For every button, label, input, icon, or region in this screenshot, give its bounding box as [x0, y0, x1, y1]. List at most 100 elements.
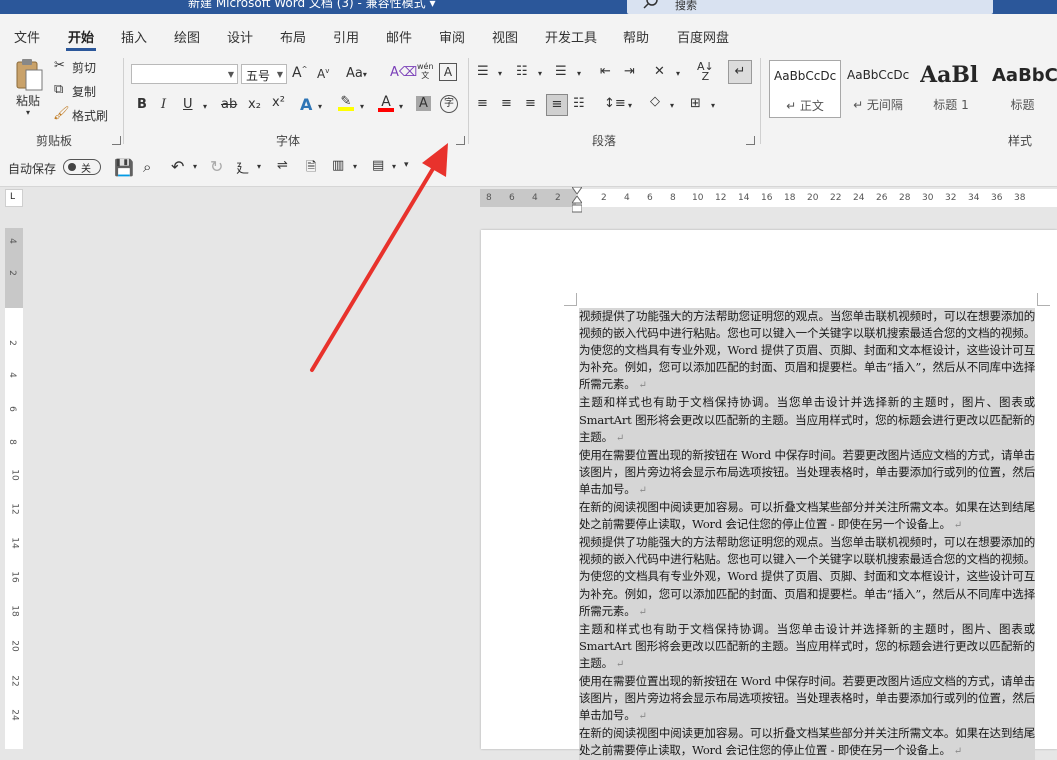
character-shading-icon[interactable]: A	[416, 96, 431, 111]
document-paragraph[interactable]: 主题和样式也有助于文档保持协调。当您单击设计并选择新的主题时，图片、图表或 Sm…	[579, 394, 1035, 447]
ruler-tick-label: 4	[6, 372, 17, 378]
align-center-icon[interactable]: ≡	[501, 96, 512, 111]
copy-button[interactable]: 复制	[72, 83, 96, 100]
font-color-icon[interactable]: A	[378, 94, 394, 112]
justify-icon[interactable]: ≡	[546, 94, 568, 116]
tab-view[interactable]: 视图	[492, 27, 518, 46]
increase-indent-icon[interactable]: ⇥	[624, 64, 635, 79]
chevron-down-icon[interactable]: ▾	[538, 69, 542, 78]
style-preview: AaBbC	[992, 65, 1057, 86]
sort-icon[interactable]: A↓ Z	[697, 61, 714, 82]
style-heading-1[interactable]: AaBl 标题 1	[916, 60, 986, 116]
cut-button[interactable]: 剪切	[72, 59, 96, 76]
undo-icon[interactable]: ↶	[171, 157, 184, 176]
chevron-down-icon[interactable]: ▾	[318, 102, 322, 111]
paragraph-mark: ↵	[612, 432, 625, 444]
text-wrap-icon[interactable]: ⇌	[277, 158, 288, 173]
search-icon[interactable]: ⌕	[143, 158, 151, 176]
tab-insert[interactable]: 插入	[121, 27, 147, 46]
distributed-icon[interactable]: ☷	[573, 96, 585, 111]
superscript-button[interactable]: x²	[272, 95, 285, 110]
document-paragraph[interactable]: 在新的阅读视图中阅读更加容易。可以折叠文档某些部分并关注所需文本。如果在达到结尾…	[579, 725, 1035, 760]
tab-draw[interactable]: 绘图	[174, 27, 200, 46]
style-no-spacing[interactable]: AaBbCcDc ↵ 无间隔	[843, 60, 913, 116]
ruler-tick-label: 6	[509, 193, 515, 203]
draw-table-icon[interactable]: ⼵	[236, 158, 249, 177]
document-paragraph[interactable]: 使用在需要位置出现的新按钮在 Word 中保存时间。若要更改图片适应文档的方式，…	[579, 672, 1035, 726]
show-formatting-marks-icon[interactable]: ↵	[728, 60, 752, 84]
italic-button[interactable]: I	[161, 97, 166, 112]
enclose-characters-icon[interactable]: 字	[440, 95, 458, 113]
document-body[interactable]: 视频提供了功能强大的方法帮助您证明您的观点。当您单击联机视频时，可以在想要添加的…	[579, 308, 1035, 760]
chevron-down-icon[interactable]: ▾	[193, 162, 197, 171]
chevron-down-icon[interactable]: ▾	[676, 69, 680, 78]
ruler-tick-label: 4	[532, 193, 538, 203]
underline-button[interactable]: U	[183, 97, 193, 112]
style-title[interactable]: AaBbC 标题	[988, 60, 1057, 116]
paragraph-launcher-icon[interactable]	[746, 136, 755, 145]
strikethrough-button[interactable]: ab	[221, 97, 237, 112]
underline-dropdown-icon[interactable]: ▾	[203, 102, 207, 111]
tab-developer[interactable]: 开发工具	[545, 27, 597, 46]
tab-baidu-netdisk[interactable]: 百度网盘	[677, 27, 729, 46]
chevron-down-icon[interactable]: ▾	[711, 101, 715, 110]
tab-home[interactable]: 开始	[65, 27, 97, 51]
font-size-combo[interactable]: 五号 ▼	[241, 64, 287, 84]
tab-selector[interactable]: L	[5, 189, 23, 207]
style-normal[interactable]: AaBbCcDc ↵ 正文	[769, 60, 841, 118]
chevron-down-icon[interactable]: ▾	[257, 162, 261, 171]
highlighter-icon[interactable]: ✎	[338, 94, 354, 111]
format-painter-button[interactable]: 格式刷	[72, 107, 108, 124]
font-name-combo[interactable]: ▼	[131, 64, 238, 84]
search-icon	[643, 0, 658, 9]
search-box[interactable]: 搜索	[627, 0, 993, 14]
document-paragraph[interactable]: 主题和样式也有助于文档保持协调。当您单击设计并选择新的主题时，图片、图表或 Sm…	[579, 620, 1035, 673]
chevron-down-icon[interactable]: ▾	[498, 69, 502, 78]
shading-icon[interactable]: ◇	[650, 94, 660, 109]
chevron-down-icon[interactable]: ▾	[399, 102, 403, 111]
clear-formatting-icon[interactable]: A⌫	[390, 65, 417, 80]
paste-dropdown-icon[interactable]: ▾	[26, 108, 30, 117]
save-icon[interactable]: 💾	[114, 158, 134, 177]
copy-icon: ⧉	[54, 82, 64, 97]
decrease-indent-icon[interactable]: ⇤	[600, 64, 611, 79]
document-paragraph[interactable]: 在新的阅读视图中阅读更加容易。可以折叠文档某些部分并关注所需文本。如果在达到结尾…	[579, 499, 1035, 535]
document-paragraph[interactable]: 视频提供了功能强大的方法帮助您证明您的观点。当您单击联机视频时，可以在想要添加的…	[579, 534, 1035, 621]
chevron-down-icon[interactable]: ▾	[628, 101, 632, 110]
tab-mailings[interactable]: 邮件	[386, 27, 412, 46]
align-left-icon[interactable]: ≡	[477, 96, 488, 111]
asian-layout-icon[interactable]: ✕	[654, 64, 665, 79]
grow-font-icon[interactable]: A^	[292, 65, 307, 81]
autosave-toggle[interactable]: 关	[63, 159, 101, 175]
text-effects-icon[interactable]: A	[300, 95, 312, 114]
phonetic-guide-icon[interactable]: wén 文	[417, 62, 434, 80]
tab-file[interactable]: 文件	[14, 27, 40, 46]
document-paragraph[interactable]: 使用在需要位置出现的新按钮在 Word 中保存时间。若要更改图片适应文档的方式，…	[579, 446, 1035, 500]
chevron-down-icon[interactable]: ▾	[670, 101, 674, 110]
paragraph-text: 主题和样式也有助于文档保持协调。当您单击设计并选择新的主题时，图片、图表或 Sm…	[579, 395, 1035, 444]
clipboard-launcher-icon[interactable]	[112, 136, 121, 145]
multilevel-list-icon[interactable]: ☰	[555, 64, 567, 79]
document-paragraph[interactable]: 视频提供了功能强大的方法帮助您证明您的观点。当您单击联机视频时，可以在想要添加的…	[579, 308, 1035, 395]
numbering-icon[interactable]: ☷	[516, 64, 528, 79]
change-case-button[interactable]: Aa▾	[346, 66, 367, 81]
bold-button[interactable]: B	[137, 97, 147, 112]
tab-review[interactable]: 审阅	[439, 27, 465, 46]
chevron-down-icon[interactable]: ▾	[577, 69, 581, 78]
tab-help[interactable]: 帮助	[623, 27, 649, 46]
tab-layout[interactable]: 布局	[280, 27, 306, 46]
tab-design[interactable]: 设计	[227, 27, 253, 46]
paste-button[interactable]	[14, 58, 46, 94]
line-spacing-icon[interactable]: ↕≡	[604, 96, 626, 111]
chevron-down-icon[interactable]: ▾	[360, 102, 364, 111]
align-right-icon[interactable]: ≡	[525, 96, 536, 111]
indent-markers[interactable]	[571, 186, 583, 215]
tab-references[interactable]: 引用	[333, 27, 359, 46]
bullets-icon[interactable]: ☰	[477, 64, 489, 79]
character-border-icon[interactable]: A	[439, 63, 457, 81]
borders-icon[interactable]: ⊞	[690, 96, 701, 111]
paste-label[interactable]: 粘贴	[16, 92, 40, 109]
shrink-font-icon[interactable]: Av	[317, 67, 329, 81]
redo-icon[interactable]: ↻	[210, 157, 223, 176]
subscript-button[interactable]: x₂	[248, 97, 261, 112]
